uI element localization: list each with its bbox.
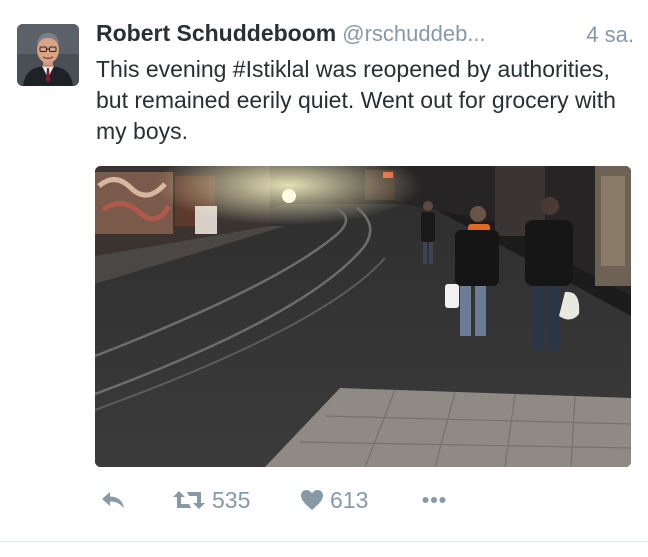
reply-icon	[102, 492, 124, 508]
tweet-photo[interactable]	[95, 166, 631, 467]
tweet-timestamp[interactable]: 4 sa.	[586, 22, 634, 48]
avatar[interactable]	[17, 24, 79, 86]
more-button[interactable]	[422, 482, 446, 518]
divider	[0, 541, 648, 542]
profile-photo-icon	[17, 24, 79, 86]
tweet-header: Robert Schuddeboom @rschuddeb... 4 sa.	[96, 20, 634, 54]
street-night-photo-icon	[95, 166, 631, 467]
like-count: 613	[330, 486, 369, 513]
reply-button[interactable]	[100, 482, 126, 518]
retweet-button[interactable]: 535	[172, 482, 250, 518]
heart-icon	[301, 490, 323, 510]
tweet-text: This evening #Istiklal was reopened by a…	[96, 56, 616, 144]
tweet-actions: 535 613	[96, 482, 636, 518]
retweet-icon	[173, 491, 205, 509]
retweet-count: 535	[212, 486, 251, 513]
tweet-card: Robert Schuddeboom @rschuddeb... 4 sa. Th…	[0, 0, 648, 557]
author-handle[interactable]: @rschuddeb...	[342, 21, 485, 46]
like-button[interactable]: 613	[300, 482, 368, 518]
author-name[interactable]: Robert Schuddeboom	[96, 20, 336, 46]
more-icon	[422, 497, 446, 503]
